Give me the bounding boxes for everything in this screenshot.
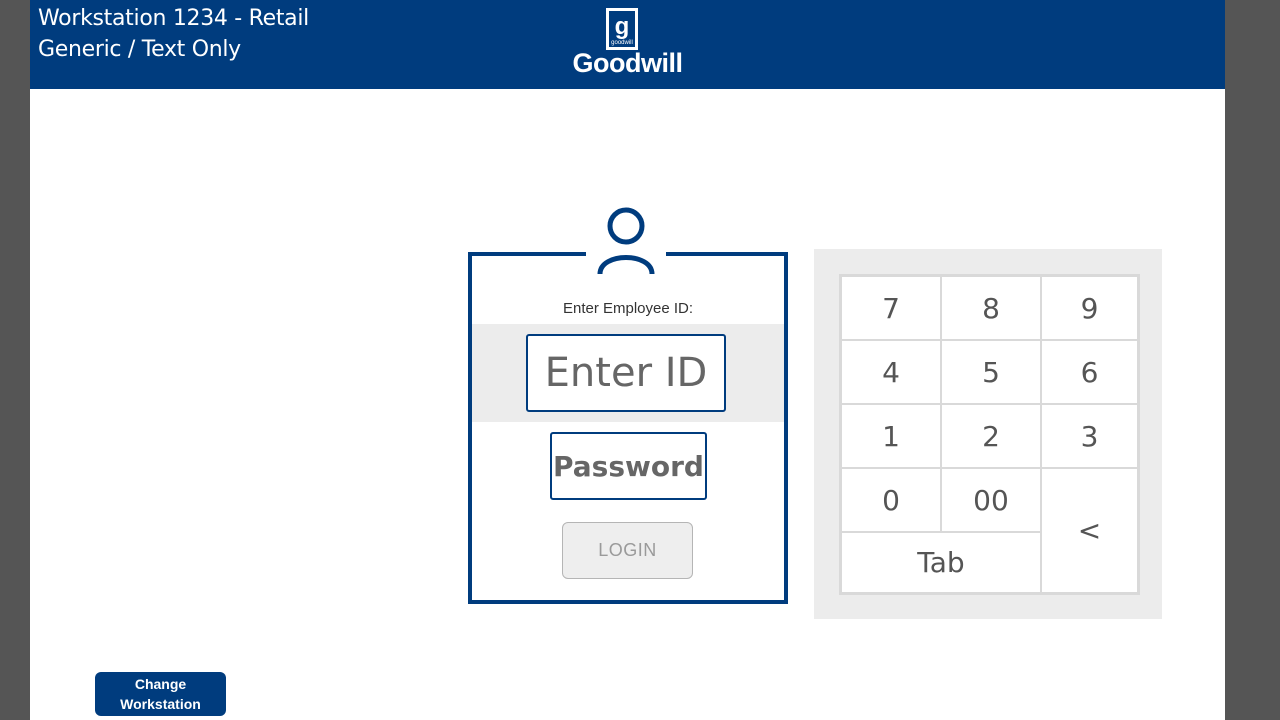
svg-text:goodwill: goodwill xyxy=(611,40,633,46)
login-card: Enter Employee ID: LOGIN xyxy=(468,252,788,604)
key-1[interactable]: 1 xyxy=(841,404,941,468)
keypad-panel: 7 8 9 4 5 6 1 2 3 0 00 < Tab xyxy=(814,249,1162,619)
tab-key[interactable]: Tab xyxy=(841,532,1041,593)
employee-id-input[interactable] xyxy=(526,334,726,412)
header-bar: Workstation 1234 - Retail Generic / Text… xyxy=(30,0,1225,89)
employee-id-label: Enter Employee ID: xyxy=(562,300,694,317)
key-2[interactable]: 2 xyxy=(941,404,1041,468)
key-6[interactable]: 6 xyxy=(1041,340,1138,404)
change-workstation-line1: Change xyxy=(134,676,187,692)
numeric-keypad: 7 8 9 4 5 6 1 2 3 0 00 < Tab xyxy=(839,274,1140,595)
key-8[interactable]: 8 xyxy=(941,276,1041,340)
backspace-key[interactable]: < xyxy=(1041,468,1138,593)
login-button[interactable]: LOGIN xyxy=(562,522,693,579)
key-00[interactable]: 00 xyxy=(941,468,1041,532)
goodwill-logo-icon: g goodwill xyxy=(606,8,638,50)
logo-wordmark: Goodwill xyxy=(572,48,684,78)
svg-text:g: g xyxy=(615,13,630,40)
password-input[interactable] xyxy=(550,432,707,500)
app-window: Workstation 1234 - Retail Generic / Text… xyxy=(30,0,1225,720)
key-7[interactable]: 7 xyxy=(841,276,941,340)
user-icon xyxy=(597,207,655,275)
key-5[interactable]: 5 xyxy=(941,340,1041,404)
workstation-subtitle: Generic / Text Only xyxy=(38,37,241,62)
change-workstation-line2: Workstation xyxy=(120,696,201,712)
key-4[interactable]: 4 xyxy=(841,340,941,404)
key-9[interactable]: 9 xyxy=(1041,276,1138,340)
user-icon-badge xyxy=(586,200,666,280)
change-workstation-button[interactable]: Change Workstation xyxy=(95,672,226,716)
goodwill-logo: g goodwill Goodwill xyxy=(560,8,695,80)
id-input-band xyxy=(472,324,784,422)
workstation-title: Workstation 1234 - Retail xyxy=(38,6,309,31)
key-0[interactable]: 0 xyxy=(841,468,941,532)
key-3[interactable]: 3 xyxy=(1041,404,1138,468)
